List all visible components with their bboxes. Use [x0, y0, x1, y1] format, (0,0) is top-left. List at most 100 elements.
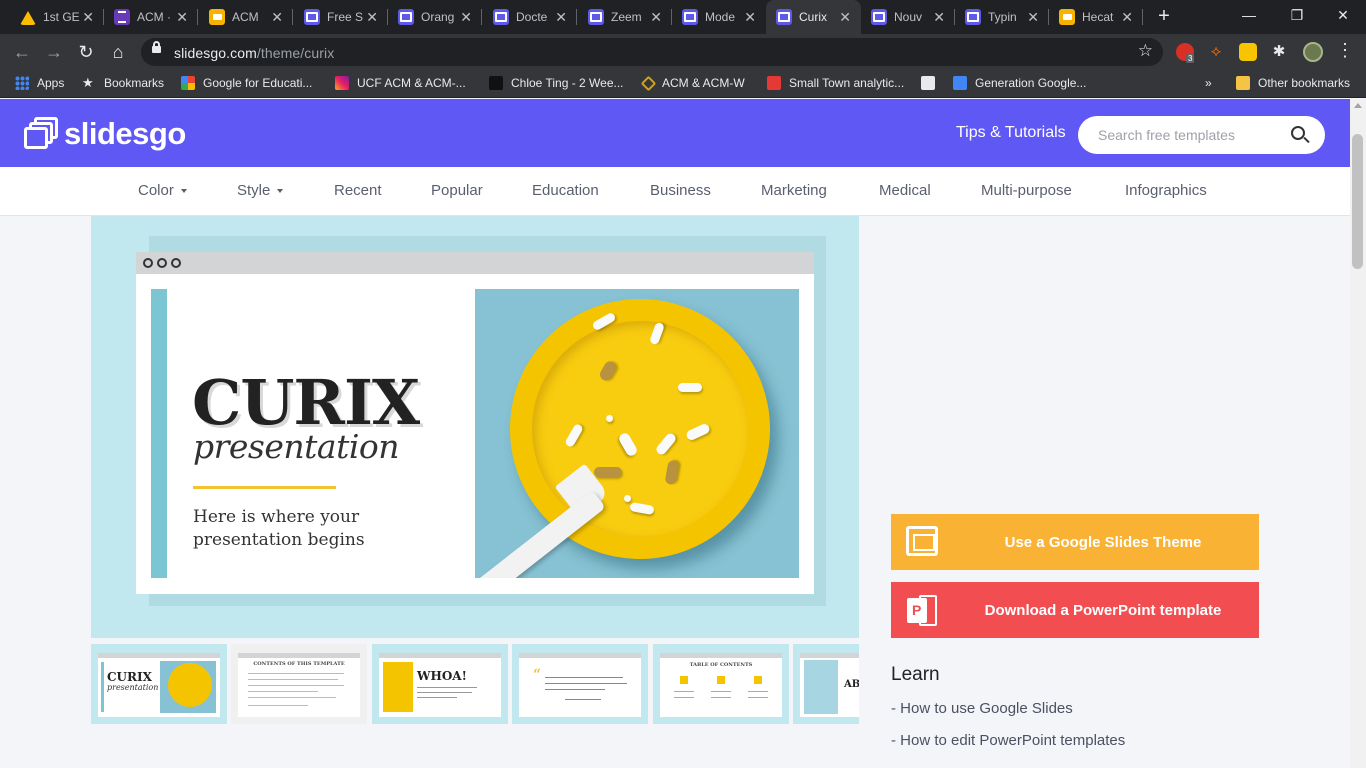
- slide-thumbnail-2[interactable]: CONTENTS OF THIS TEMPLATE: [231, 644, 367, 724]
- home-icon[interactable]: ⌂: [107, 41, 129, 63]
- slide-thumbnail-3[interactable]: WHOA!: [372, 644, 508, 724]
- bookmarks-bar: Apps ★ Bookmarks Google for Educati... UC…: [0, 70, 1366, 98]
- learn-link-google-slides[interactable]: - How to use Google Slides: [891, 700, 1073, 717]
- slides-icon: [1059, 9, 1075, 25]
- page-scrollbar[interactable]: [1350, 99, 1366, 768]
- browser-toolbar: ← → ↻ ⌂ slidesgo.com/theme/curix ☆ ⟡ ✱: [0, 34, 1366, 70]
- bookmark-chloe-ting[interactable]: Chloe Ting - 2 Wee...: [489, 76, 624, 90]
- bookmark-small-town[interactable]: Small Town analytic...: [767, 76, 904, 90]
- back-arrow-icon[interactable]: ←: [11, 41, 33, 63]
- tab-docte[interactable]: Docte ✕: [483, 0, 577, 34]
- apps-grid-icon: [15, 76, 29, 90]
- browser-menu-icon[interactable]: ⋮: [1336, 41, 1354, 59]
- bookmark-ucf-acm[interactable]: UCF ACM & ACM-...: [335, 76, 466, 90]
- extension-badge: 3: [1186, 54, 1195, 63]
- folder-icon: [1236, 76, 1250, 90]
- slide-thumbnail-4[interactable]: “: [512, 644, 648, 724]
- bookmark-generation-google[interactable]: Generation Google...: [953, 76, 1086, 90]
- nav-style[interactable]: Style: [237, 182, 284, 199]
- close-icon[interactable]: ✕: [82, 9, 94, 25]
- slide-cover: CURIX presentation Here is where your pr…: [136, 274, 814, 594]
- close-icon[interactable]: ✕: [650, 9, 662, 25]
- bookmarks-overflow-chevron[interactable]: »: [1205, 76, 1212, 90]
- nav-business[interactable]: Business: [650, 182, 711, 199]
- window-close-icon[interactable]: ✕: [1333, 7, 1353, 24]
- globe-icon: [921, 76, 935, 90]
- template-preview[interactable]: CURIX presentation Here is where your pr…: [91, 216, 859, 638]
- tab-1st-ge[interactable]: 1st GE ✕: [10, 0, 104, 34]
- extension-slides-icon[interactable]: [1239, 43, 1257, 61]
- close-icon[interactable]: ✕: [839, 9, 851, 25]
- bookmark-bookmarks[interactable]: ★ Bookmarks: [82, 76, 164, 91]
- bookmark-acm-acmw[interactable]: ACM & ACM-W: [640, 75, 745, 91]
- close-icon[interactable]: ✕: [1027, 9, 1039, 25]
- close-icon[interactable]: ✕: [1121, 9, 1133, 25]
- slide-thumbnail-6[interactable]: ABO: [793, 644, 859, 724]
- use-google-slides-button[interactable]: Use a Google Slides Theme: [891, 514, 1259, 570]
- bookmark-globe[interactable]: [921, 76, 943, 90]
- caret-down-icon: [277, 189, 284, 194]
- scroll-up-arrow-icon[interactable]: [1354, 103, 1362, 108]
- extension-acrobat-icon[interactable]: ⟡: [1207, 43, 1225, 61]
- close-icon[interactable]: ✕: [933, 9, 945, 25]
- tab-acm-slides[interactable]: ACM ✕: [199, 0, 293, 34]
- tab-hecat[interactable]: Hecat ✕: [1049, 0, 1143, 34]
- nav-multi-purpose[interactable]: Multi-purpose: [981, 182, 1072, 199]
- nav-marketing[interactable]: Marketing: [761, 182, 827, 199]
- download-powerpoint-button[interactable]: P Download a PowerPoint template: [891, 582, 1259, 638]
- slidesgo-icon: [965, 9, 981, 25]
- nav-education[interactable]: Education: [532, 182, 599, 199]
- tab-zeem[interactable]: Zeem ✕: [578, 0, 672, 34]
- browser-tab-strip: 1st GE ✕ ACM · ✕ ACM ✕ Free S ✕ Orang ✕ …: [0, 0, 1366, 34]
- learn-heading: Learn: [891, 664, 940, 685]
- tab-acm-forms[interactable]: ACM · ✕: [104, 0, 198, 34]
- new-tab-plus-icon[interactable]: +: [1153, 6, 1175, 28]
- learn-link-cutoff[interactable]: [891, 760, 1011, 768]
- scrollbar-thumb[interactable]: [1352, 134, 1363, 269]
- reload-icon[interactable]: ↻: [75, 41, 97, 63]
- powerpoint-icon: P: [907, 595, 937, 626]
- nav-recent[interactable]: Recent: [334, 182, 382, 199]
- url-text[interactable]: slidesgo.com/theme/curix: [174, 45, 334, 61]
- other-bookmarks[interactable]: Other bookmarks: [1236, 76, 1350, 90]
- nav-color[interactable]: Color: [138, 182, 187, 199]
- bookmark-star-icon[interactable]: ☆: [1138, 41, 1153, 61]
- caret-down-icon: [180, 189, 187, 194]
- tips-tutorials-link[interactable]: Tips & Tutorials: [956, 124, 1066, 142]
- tab-title: ACM: [232, 10, 259, 24]
- close-icon[interactable]: ✕: [744, 9, 756, 25]
- close-icon[interactable]: ✕: [460, 9, 472, 25]
- tab-nouv[interactable]: Nouv ✕: [861, 0, 955, 34]
- search-input[interactable]: Search free templates: [1078, 116, 1325, 154]
- close-icon[interactable]: ✕: [176, 9, 188, 25]
- tab-title: ACM ·: [137, 10, 171, 24]
- extensions-puzzle-icon[interactable]: ✱: [1270, 43, 1288, 61]
- slide-thumbnail-5[interactable]: TABLE OF CONTENTS: [653, 644, 789, 724]
- lock-icon[interactable]: [152, 41, 161, 53]
- nav-medical[interactable]: Medical: [879, 182, 931, 199]
- nav-popular[interactable]: Popular: [431, 182, 483, 199]
- learn-link-powerpoint[interactable]: - How to edit PowerPoint templates: [891, 732, 1125, 749]
- tab-mode[interactable]: Mode ✕: [672, 0, 766, 34]
- close-icon[interactable]: ✕: [271, 9, 283, 25]
- slide-thumbnail-1[interactable]: CURIX presentation: [91, 644, 227, 724]
- close-icon[interactable]: ✕: [555, 9, 567, 25]
- google-slides-icon: [906, 526, 938, 556]
- address-bar[interactable]: slidesgo.com/theme/curix ☆: [141, 38, 1163, 66]
- forward-arrow-icon[interactable]: →: [43, 41, 65, 63]
- slidesgo-logo[interactable]: slidesgo: [24, 116, 186, 152]
- nav-infographics[interactable]: Infographics: [1125, 182, 1207, 199]
- bookmark-google-education[interactable]: Google for Educati...: [181, 76, 312, 90]
- restore-icon[interactable]: ❐: [1287, 7, 1307, 24]
- bookmark-apps[interactable]: Apps: [15, 76, 64, 90]
- minimize-icon[interactable]: —: [1239, 7, 1259, 23]
- tab-typin[interactable]: Typin ✕: [955, 0, 1049, 34]
- tab-title: Docte: [516, 10, 548, 24]
- tab-free-s[interactable]: Free S ✕: [294, 0, 388, 34]
- search-icon[interactable]: [1291, 126, 1305, 140]
- tab-orang[interactable]: Orang ✕: [388, 0, 482, 34]
- profile-avatar[interactable]: [1303, 42, 1323, 62]
- close-icon[interactable]: ✕: [366, 9, 378, 25]
- slidesgo-icon: [398, 9, 414, 25]
- tab-curix-active[interactable]: Curix ✕: [766, 0, 861, 34]
